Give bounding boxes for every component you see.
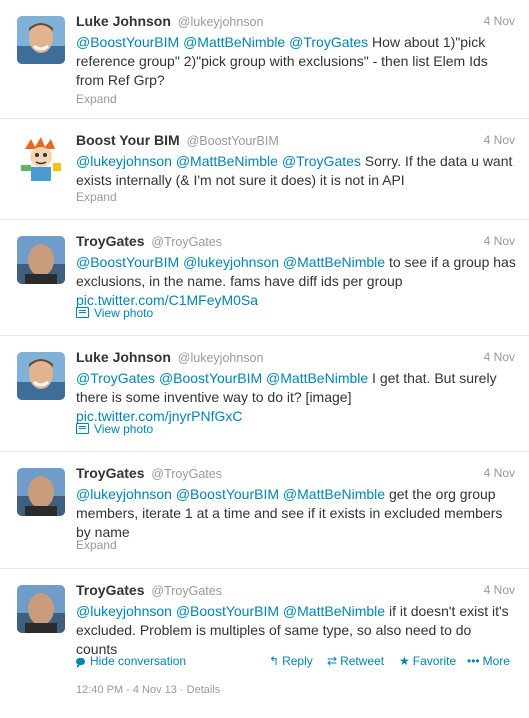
tweet-header: TroyGates @TroyGates 4 Nov bbox=[76, 465, 515, 483]
mention-link[interactable]: @TroyGates bbox=[289, 34, 368, 50]
mention-link[interactable]: @BoostYourBIM bbox=[76, 254, 179, 270]
mention-link[interactable]: @lukeyjohnson bbox=[76, 486, 172, 502]
tweet-header: Boost Your BIM @BoostYourBIM 4 Nov bbox=[76, 132, 515, 150]
tweet-item[interactable]: Boost Your BIM @BoostYourBIM 4 Nov @luke… bbox=[0, 119, 529, 220]
avatar[interactable] bbox=[17, 135, 65, 183]
author-username[interactable]: @BoostYourBIM bbox=[187, 134, 279, 148]
tweet-header: TroyGates @TroyGates 4 Nov bbox=[76, 233, 515, 251]
view-photo-link[interactable]: View photo bbox=[76, 306, 153, 320]
tweet-header: Luke Johnson @lukeyjohnson 4 Nov bbox=[76, 349, 515, 367]
tweet-timestamp[interactable]: 4 Nov bbox=[484, 133, 515, 147]
hide-conversation-label: Hide conversation bbox=[90, 654, 187, 668]
author-username[interactable]: @TroyGates bbox=[151, 467, 222, 481]
view-photo-label: View photo bbox=[94, 306, 154, 320]
tweet-timestamp[interactable]: 4 Nov bbox=[484, 583, 515, 597]
tweet-text: @BoostYourBIM @MattBeNimble @TroyGates H… bbox=[76, 33, 516, 90]
mention-link[interactable]: @MattBeNimble bbox=[183, 34, 285, 50]
favorite-button[interactable]: ★ Favorite bbox=[399, 654, 456, 668]
author-name[interactable]: Boost Your BIM bbox=[76, 132, 180, 148]
author-username[interactable]: @TroyGates bbox=[151, 235, 222, 249]
mention-link[interactable]: @MattBeNimble bbox=[176, 153, 278, 169]
mention-link[interactable]: @lukeyjohnson bbox=[76, 153, 172, 169]
author-name[interactable]: TroyGates bbox=[76, 233, 144, 249]
favorite-label: Favorite bbox=[412, 654, 457, 668]
star-icon: ★ bbox=[399, 654, 410, 668]
avatar[interactable] bbox=[17, 352, 65, 400]
tweet-text: @lukeyjohnson @BoostYourBIM @MattBeNimbl… bbox=[76, 602, 516, 659]
expand-link[interactable]: Expand bbox=[76, 190, 117, 204]
tweet-timestamp[interactable]: 4 Nov bbox=[484, 350, 515, 364]
tweet-item[interactable]: TroyGates @TroyGates 4 Nov @lukeyjohnson… bbox=[0, 452, 529, 569]
tweet-text: @lukeyjohnson @MattBeNimble @TroyGates S… bbox=[76, 152, 516, 190]
photo-icon bbox=[76, 423, 89, 434]
author-username[interactable]: @lukeyjohnson bbox=[178, 351, 264, 365]
view-photo-label: View photo bbox=[94, 422, 154, 436]
reply-label: Reply bbox=[282, 654, 313, 668]
mention-link[interactable]: @BoostYourBIM bbox=[176, 486, 279, 502]
avatar[interactable] bbox=[17, 468, 65, 516]
mention-link[interactable]: @BoostYourBIM bbox=[159, 370, 262, 386]
mention-link[interactable]: @BoostYourBIM bbox=[176, 603, 279, 619]
tweet-item[interactable]: Luke Johnson @lukeyjohnson 4 Nov @TroyGa… bbox=[0, 336, 529, 452]
author-name[interactable]: Luke Johnson bbox=[76, 349, 171, 365]
mention-link[interactable]: @lukeyjohnson bbox=[183, 254, 279, 270]
tweet-item[interactable]: Luke Johnson @lukeyjohnson 4 Nov @BoostY… bbox=[0, 0, 529, 119]
expand-link[interactable]: Expand bbox=[76, 538, 117, 552]
more-button[interactable]: ••• More bbox=[467, 654, 510, 668]
more-dots-icon: ••• bbox=[467, 654, 480, 668]
tweet-timestamp[interactable]: 4 Nov bbox=[484, 466, 515, 480]
expand-link[interactable]: Expand bbox=[76, 92, 117, 106]
reply-icon: ↰ bbox=[269, 654, 280, 668]
avatar[interactable] bbox=[17, 236, 65, 284]
mention-link[interactable]: @MattBeNimble bbox=[266, 370, 368, 386]
more-label: More bbox=[482, 654, 510, 668]
speech-bubble-icon bbox=[76, 658, 85, 668]
tweet-text: @BoostYourBIM @lukeyjohnson @MattBeNimbl… bbox=[76, 253, 516, 310]
avatar[interactable] bbox=[17, 16, 65, 64]
tweet-text: @TroyGates @BoostYourBIM @MattBeNimble I… bbox=[76, 369, 516, 426]
avatar[interactable] bbox=[17, 585, 65, 633]
tweet-item[interactable]: TroyGates @TroyGates 4 Nov @BoostYourBIM… bbox=[0, 220, 529, 336]
mention-link[interactable]: @TroyGates bbox=[282, 153, 361, 169]
author-name[interactable]: TroyGates bbox=[76, 465, 144, 481]
author-username[interactable]: @TroyGates bbox=[151, 584, 222, 598]
conversation-timeline: Luke Johnson @lukeyjohnson 4 Nov @BoostY… bbox=[0, 0, 529, 718]
mention-link[interactable]: @MattBeNimble bbox=[283, 254, 385, 270]
hide-conversation-link[interactable]: Hide conversation bbox=[76, 654, 186, 668]
retweet-label: Retweet bbox=[340, 654, 385, 668]
author-name[interactable]: TroyGates bbox=[76, 582, 144, 598]
retweet-button[interactable]: ⇄ Retweet bbox=[327, 654, 384, 668]
mention-link[interactable]: @TroyGates bbox=[76, 370, 155, 386]
tweet-header: TroyGates @TroyGates 4 Nov bbox=[76, 582, 515, 600]
tweet-details-meta[interactable]: 12:40 PM - 4 Nov 13 · Details bbox=[76, 684, 220, 696]
author-username[interactable]: @lukeyjohnson bbox=[178, 15, 264, 29]
view-photo-link[interactable]: View photo bbox=[76, 422, 153, 436]
mention-link[interactable]: @MattBeNimble bbox=[283, 486, 385, 502]
tweet-timestamp[interactable]: 4 Nov bbox=[484, 14, 515, 28]
tweet-header: Luke Johnson @lukeyjohnson 4 Nov bbox=[76, 13, 515, 31]
reply-button[interactable]: ↰ Reply bbox=[269, 654, 313, 668]
tweet-timestamp[interactable]: 4 Nov bbox=[484, 234, 515, 248]
retweet-icon: ⇄ bbox=[327, 654, 338, 668]
author-name[interactable]: Luke Johnson bbox=[76, 13, 171, 29]
photo-icon bbox=[76, 307, 89, 318]
tweet-text: @lukeyjohnson @BoostYourBIM @MattBeNimbl… bbox=[76, 485, 516, 542]
mention-link[interactable]: @BoostYourBIM bbox=[76, 34, 179, 50]
mention-link[interactable]: @MattBeNimble bbox=[283, 603, 385, 619]
mention-link[interactable]: @lukeyjohnson bbox=[76, 603, 172, 619]
